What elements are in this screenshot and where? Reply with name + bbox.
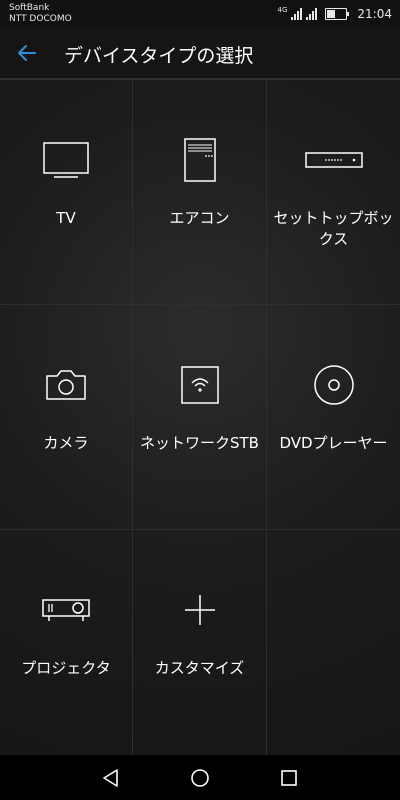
app-header: デバイスタイプの選択 (0, 28, 400, 80)
carrier-1: SoftBank (9, 3, 50, 13)
device-option-network-stb[interactable]: ネットワークSTB (133, 305, 267, 530)
screen: SoftBank NTT DOCOMO 4G 21:04 デバイスタイプの選択 (0, 0, 400, 800)
signal-icon (306, 8, 318, 20)
battery-level (327, 10, 336, 18)
device-label: カメラ (43, 434, 89, 452)
device-label: カスタマイズ (154, 659, 245, 677)
device-label: ネットワークSTB (140, 434, 259, 452)
network-type-label: 4G (277, 6, 288, 14)
device-label: セットトップボックス (273, 209, 394, 248)
device-option-tv[interactable]: TV (0, 80, 133, 305)
device-option-set-top-box[interactable]: セットトップボックス (267, 80, 400, 305)
tv-icon (34, 136, 98, 184)
battery-icon (325, 8, 350, 20)
page-title: デバイスタイプの選択 (64, 45, 254, 67)
device-option-camera[interactable]: カメラ (0, 305, 133, 530)
arrow-left-icon (18, 45, 36, 61)
circle-home-icon (191, 769, 209, 787)
status-icons: 4G 21:04 (278, 5, 392, 23)
nav-home-button[interactable] (187, 765, 213, 791)
disc-icon (302, 361, 366, 409)
device-label: DVDプレーヤー (279, 434, 388, 452)
triangle-back-icon (103, 769, 118, 787)
device-option-customize[interactable]: カスタマイズ (133, 530, 267, 755)
device-label: エアコン (169, 209, 230, 227)
projector-icon (34, 586, 98, 634)
back-button[interactable] (12, 38, 42, 68)
clock: 21:04 (357, 7, 392, 21)
camera-icon (34, 361, 98, 409)
device-option-air-conditioner[interactable]: エアコン (133, 80, 267, 305)
carrier-2: NTT DOCOMO (9, 14, 72, 24)
signal-icon (291, 8, 303, 20)
device-option-dvd-player[interactable]: DVDプレーヤー (267, 305, 400, 530)
nav-back-button[interactable] (98, 765, 124, 791)
wifi-box-icon (168, 361, 232, 409)
device-label: TV (56, 209, 76, 227)
air-conditioner-icon (168, 136, 232, 184)
square-recent-icon (281, 770, 297, 786)
device-option-projector[interactable]: プロジェクタ (0, 530, 133, 755)
status-bar: SoftBank NTT DOCOMO 4G 21:04 (0, 0, 400, 28)
device-type-grid: TV エアコン セットトップボックス カメラ ネットワークSTB DVDプレーヤ… (0, 80, 400, 755)
empty-grid-slot (267, 530, 400, 755)
nav-recent-button[interactable] (276, 765, 302, 791)
system-nav-bar (0, 755, 400, 800)
plus-icon (168, 586, 232, 634)
set-top-box-icon (302, 136, 366, 184)
device-label: プロジェクタ (21, 659, 111, 677)
